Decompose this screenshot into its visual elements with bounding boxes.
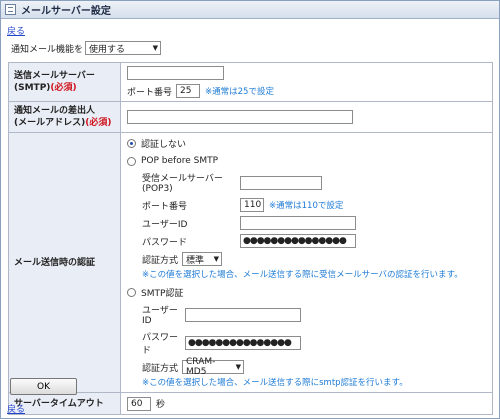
pop-method-label: 認証方式 (142, 255, 179, 266)
sender-email-input[interactable] (127, 110, 353, 124)
pop-port-label: ポート番号 (142, 201, 188, 212)
smtp-user-label: ユーザーID (142, 306, 178, 326)
timeout-unit: 秒 (156, 400, 166, 410)
smtp-port-note: ※通常は25で設定 (205, 87, 274, 97)
timeout-cell: 60 秒 (120, 392, 493, 415)
smtp-port-input[interactable]: 25 (176, 84, 201, 98)
notify-label: 通知メール機能を (11, 44, 84, 55)
required-mark: (必須) (50, 83, 77, 93)
chevron-down-icon: ▼ (213, 255, 220, 263)
pop-port-input[interactable]: 110 (240, 198, 264, 212)
back-link-top[interactable]: 戻る (7, 24, 25, 37)
pop-note: ※この値を選択した場合、メール送信する際に受信メールサーバの認証を行います。 (142, 270, 463, 280)
pop-method-value: 標準 (186, 255, 205, 266)
sender-cell (120, 101, 493, 133)
smtp-server-input[interactable] (127, 66, 224, 80)
window-title: メールサーバー設定 (21, 6, 111, 17)
pop-user-input[interactable] (240, 216, 356, 230)
smtp-server-label: 送信メールサーバー (SMTP)(必須) (8, 62, 121, 102)
smtp-server-row: 送信メールサーバー (SMTP)(必須) ポート番号 25 ※通常は25で設定 (8, 62, 493, 102)
auth-option-smtp[interactable]: SMTP認証 (127, 286, 486, 299)
sender-label: 通知メールの差出人 (メールアドレス)(必須) (8, 101, 121, 133)
smtp-server-cell: ポート番号 25 ※通常は25で設定 (120, 62, 493, 102)
smtp-password-label: パスワード (142, 333, 179, 356)
pop-port-note: ※通常は110で設定 (269, 201, 344, 211)
auth-cell: 認証しない POP before SMTP 受信メールサーバー(POP3) ポー… (120, 132, 493, 393)
ok-button[interactable]: OK (10, 378, 77, 395)
settings-table: 送信メールサーバー (SMTP)(必須) ポート番号 25 ※通常は25で設定 … (8, 62, 493, 415)
smtp-method-value: CRAM-MD5 (186, 357, 216, 377)
mail-server-settings-window: メールサーバー設定 戻る 通知メール機能を 使用する ▼ 送信メールサーバー (… (0, 0, 500, 419)
title-bar: メールサーバー設定 (1, 1, 499, 19)
radio-smtp-auth[interactable] (127, 288, 136, 297)
window-icon (5, 4, 16, 15)
auth-row: メール送信時の認証 認証しない POP before SMTP 受信メールサーバ… (8, 132, 493, 393)
chevron-down-icon: ▼ (152, 44, 159, 52)
smtp-auth-settings: ユーザーID パスワード ●●●●●●●●●●●●●●● 認証方式 CRAM-M… (142, 303, 486, 388)
chevron-down-icon: ▼ (235, 363, 242, 371)
pop-server-label: 受信メールサーバー(POP3) (142, 174, 223, 194)
notify-select-value: 使用する (89, 44, 126, 55)
radio-pop-before-smtp[interactable] (127, 156, 136, 166)
pop-password-input[interactable]: ●●●●●●●●●●●●●●● (240, 234, 356, 248)
sender-row: 通知メールの差出人 (メールアドレス)(必須) (8, 101, 493, 133)
smtp-note: ※この値を選択した場合、メール送信する際にsmtp認証を行います。 (142, 378, 408, 388)
smtp-port-label: ポート番号 (127, 87, 173, 98)
pop-settings: 受信メールサーバー(POP3) ポート番号 110 ※通常は110で設定 ユーザ… (142, 171, 486, 280)
pop-user-label: ユーザーID (142, 219, 188, 230)
timeout-row: サーバータイムアウト 60 秒 (8, 392, 493, 415)
smtp-method-select[interactable]: CRAM-MD5 ▼ (182, 357, 245, 377)
notify-row: 通知メール機能を 使用する ▼ (11, 41, 162, 55)
timeout-input[interactable]: 60 (127, 396, 151, 411)
smtp-password-input[interactable]: ●●●●●●●●●●●●●●● (185, 336, 301, 350)
auth-option-pop[interactable]: POP before SMTP (127, 156, 486, 166)
pop-server-input[interactable] (240, 175, 322, 190)
timeout-label: サーバータイムアウト (8, 392, 121, 415)
required-mark: (必須) (85, 118, 112, 128)
smtp-method-label: 認証方式 (142, 363, 179, 374)
pop-password-label: パスワード (142, 237, 188, 248)
back-link-bottom[interactable]: 戻る (7, 402, 25, 415)
notify-select[interactable]: 使用する ▼ (85, 41, 162, 55)
smtp-user-input[interactable] (185, 307, 301, 322)
pop-method-select[interactable]: 標準 ▼ (182, 252, 223, 266)
auth-option-none[interactable]: 認証しない (127, 137, 486, 150)
auth-label: メール送信時の認証 (8, 132, 121, 393)
radio-none[interactable] (127, 139, 136, 148)
